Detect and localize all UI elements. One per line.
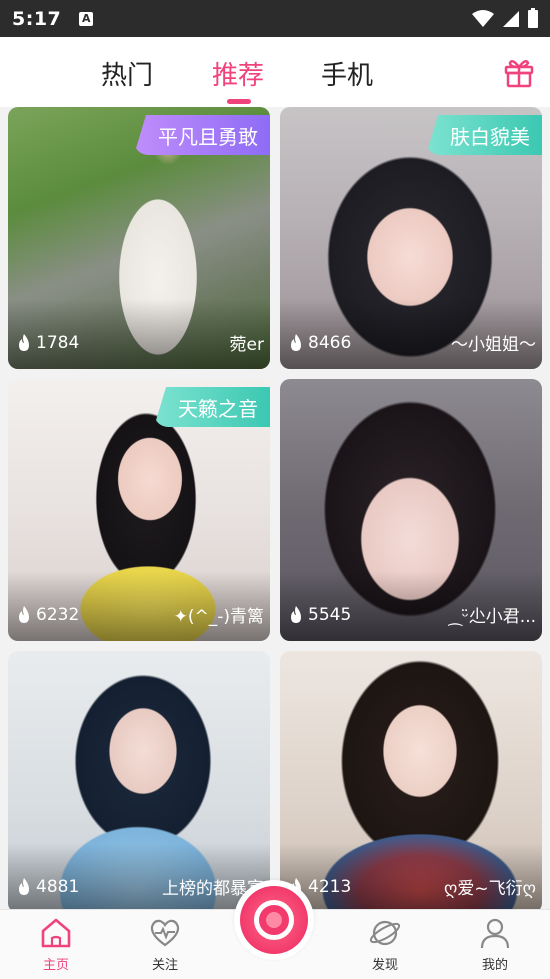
anchor-name: ～小姐姐～ [451,335,536,355]
nav-label: 关注 [151,958,178,973]
flame-icon [291,333,301,351]
nav-discover[interactable]: 发现 [345,910,425,979]
notification-icon: A [79,11,94,26]
status-indicators [472,7,538,28]
tab-recommended[interactable]: 推荐 [212,55,264,92]
status-time: 5:17 [12,7,62,30]
home-icon [41,918,71,948]
room-tag-badge: 肤白貌美 [426,115,542,155]
top-tab-bar: 热门 推荐 手机 [0,37,550,107]
nav-label: 我的 [481,958,508,973]
heat-count: 4881 [36,876,80,897]
heat-count: 6232 [36,604,80,625]
gift-icon[interactable] [502,55,536,89]
flame-icon [19,605,29,623]
card-footer: 5545 ⁔ᵕ̈尐小君... [288,602,536,627]
live-room-card[interactable]: 5545 ⁔ᵕ̈尐小君... [280,379,542,641]
live-room-card[interactable]: 4213 ღ爱~飞衍ღ [280,651,542,913]
start-live-button[interactable] [234,880,314,960]
card-footer: 4213 ღ爱~飞衍ღ [288,874,536,899]
nav-home[interactable]: 主页 [16,910,96,979]
heart-pulse-icon [150,919,180,947]
room-tag-badge: 平凡且勇敢 [134,115,270,155]
flame-icon [19,877,29,895]
live-room-card[interactable]: 平凡且勇敢 1784 菀er [8,107,270,369]
live-room-card[interactable]: 4881 上榜的都暴富 [8,651,270,913]
flame-icon [291,605,301,623]
heat-count: 5545 [308,604,352,625]
live-camera-icon [240,886,308,954]
nav-label: 主页 [42,958,69,973]
heat-count: 8466 [308,332,352,353]
heat-count: 1784 [36,332,80,353]
planet-icon [369,920,401,946]
tab-mobile[interactable]: 手机 [321,55,373,92]
nav-label: 发现 [371,958,398,973]
card-footer: 1784 菀er [16,330,264,355]
live-room-grid: 平凡且勇敢 1784 菀er 肤白貌美 8466 ～小姐姐～ 天籁之音 6232… [8,107,542,913]
tab-hot[interactable]: 热门 [101,55,153,92]
signal-icon [503,10,519,27]
flame-icon [19,333,29,351]
card-footer: 6232 ✦(^_-)青篱 [16,602,264,627]
nav-profile[interactable]: 我的 [455,910,535,979]
heat-count: 4213 [308,876,352,897]
anchor-name: 菀er [229,335,264,355]
anchor-name: ✦(^_-)青篱 [173,607,264,627]
user-icon [480,918,510,949]
anchor-name: ღ爱~飞衍ღ [444,879,536,899]
card-footer: 8466 ～小姐姐～ [288,330,536,355]
live-room-card[interactable]: 肤白貌美 8466 ～小姐姐～ [280,107,542,369]
card-footer: 4881 上榜的都暴富 [16,874,264,899]
wifi-icon [472,9,494,27]
battery-icon [528,7,538,28]
room-tag-badge: 天籁之音 [154,387,270,427]
nav-follow[interactable]: 关注 [125,910,205,979]
active-tab-indicator [227,99,251,104]
anchor-name: ⁔ᵕ̈尐小君... [448,607,536,627]
live-room-card[interactable]: 天籁之音 6232 ✦(^_-)青篱 [8,379,270,641]
status-bar: 5:17 A [0,0,550,37]
